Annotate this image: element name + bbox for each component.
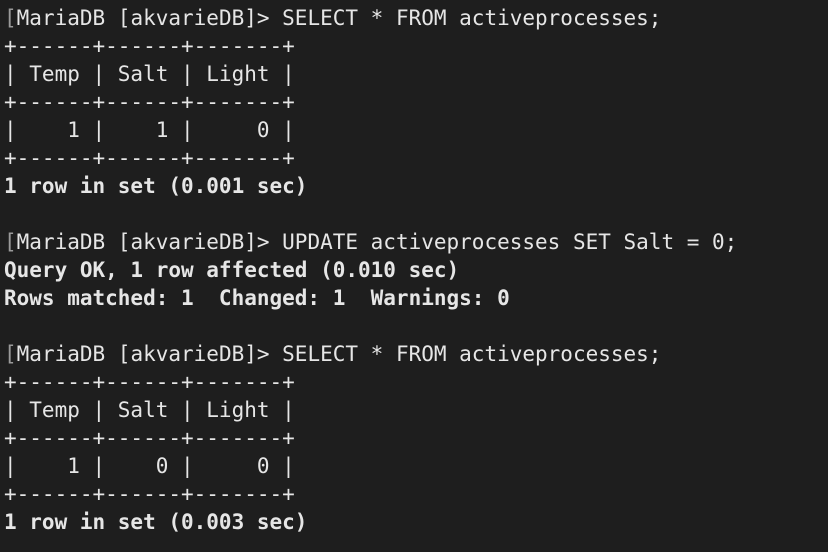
table-border: +------+------+-------+ [4, 370, 295, 394]
result-summary: 1 row in set (0.003 sec) [4, 510, 308, 534]
query-result-details: Rows matched: 1 Changed: 1 Warnings: 0 [4, 286, 510, 310]
query-result-status: Query OK, 1 row affected (0.010 sec) [4, 258, 460, 282]
table-header-row: | Temp | Salt | Light | [4, 398, 295, 422]
table-border: +------+------+-------+ [4, 90, 295, 114]
prompt-line: [MariaDB [akvarieDB]> SELECT * FROM acti… [4, 4, 828, 32]
command-text: MariaDB [akvarieDB]> UPDATE activeproces… [16, 230, 738, 254]
terminal-window[interactable]: [MariaDB [akvarieDB]> SELECT * FROM acti… [0, 0, 828, 552]
prompt-line: [MariaDB [akvarieDB]> SELECT * FROM acti… [4, 340, 828, 368]
table-header-row: | Temp | Salt | Light | [4, 62, 295, 86]
table-border: +------+------+-------+ [4, 426, 295, 450]
table-border: +------+------+-------+ [4, 146, 295, 170]
table-border: +------+------+-------+ [4, 34, 295, 58]
table-border: +------+------+-------+ [4, 482, 295, 506]
result-summary: 1 row in set (0.001 sec) [4, 174, 308, 198]
prompt-line: [MariaDB [akvarieDB]> UPDATE activeproce… [4, 228, 828, 256]
table-row: | 1 | 1 | 0 | [4, 118, 295, 142]
command-text: MariaDB [akvarieDB]> SELECT * FROM activ… [16, 6, 662, 30]
line-marker: [ [4, 230, 17, 254]
command-text: MariaDB [akvarieDB]> SELECT * FROM activ… [16, 342, 662, 366]
table-row: | 1 | 0 | 0 | [4, 454, 295, 478]
line-marker: [ [4, 342, 17, 366]
line-marker: [ [4, 6, 17, 30]
